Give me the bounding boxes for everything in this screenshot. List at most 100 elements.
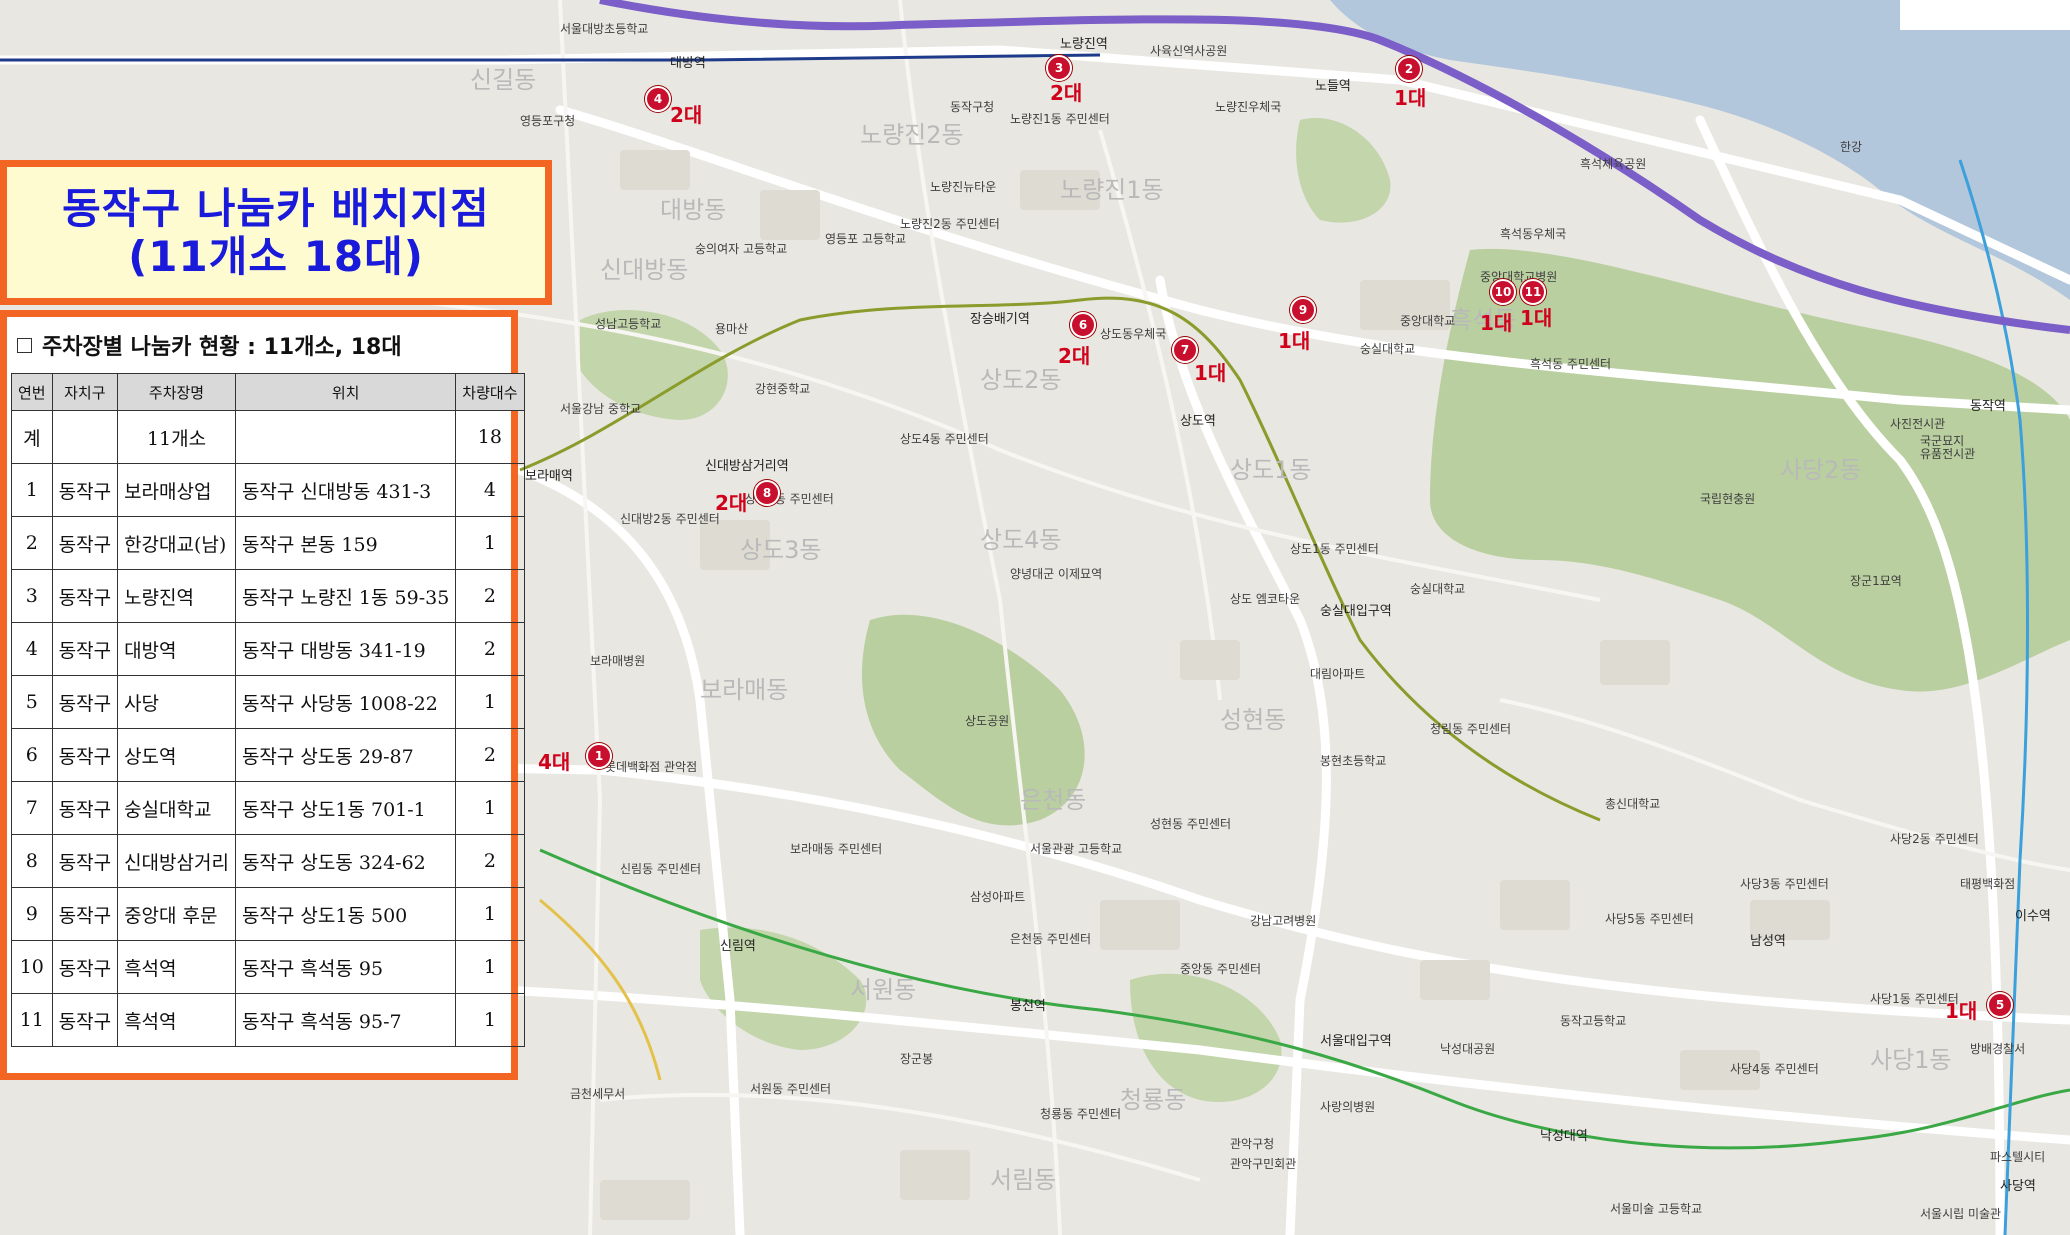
- header-count: 차량대수: [455, 373, 525, 411]
- place-label: 중앙대학교: [1400, 314, 1456, 328]
- place-label: 관악구민회관: [1230, 1157, 1297, 1171]
- cell-count: 1: [455, 675, 525, 729]
- station-label: 장승배기역: [970, 312, 1030, 327]
- place-label: 상도1동 주민센터: [1290, 542, 1379, 556]
- cell-location: 동작구 본동 159: [234, 516, 457, 570]
- place-label: 한강: [1840, 140, 1863, 154]
- place-label: 관악구청: [1230, 1137, 1275, 1151]
- marker-count-4: 2대: [670, 103, 703, 127]
- cell-count: 1: [455, 940, 525, 994]
- cell-location: 동작구 노량진 1동 59-35: [234, 569, 457, 623]
- place-label: 사육신역사공원: [1150, 44, 1228, 58]
- cell-district: 동작구: [51, 622, 119, 676]
- place-label: 노량진우체국: [1215, 100, 1282, 114]
- place-label: 국립현충원: [1700, 492, 1756, 506]
- place-label: 서울시립 미술관: [1920, 1207, 2002, 1221]
- cell-district: 동작구: [51, 887, 119, 941]
- station-label: 대방역: [670, 56, 706, 71]
- title-box: 동작구 나눔카 배치지점 (11개소 18대): [0, 160, 552, 305]
- parking-marker-6[interactable]: 6: [1070, 312, 1096, 338]
- place-label: 금천세무서: [570, 1087, 626, 1101]
- district-label: 노량진1동: [1060, 176, 1164, 204]
- cell-name: 노량진역: [117, 569, 236, 623]
- place-label: 사당2동 주민센터: [1890, 832, 1979, 846]
- marker-count-11: 1대: [1520, 306, 1553, 330]
- parking-marker-2[interactable]: 2: [1396, 56, 1422, 82]
- place-label: 서울강남 중학교: [560, 402, 642, 416]
- cell-district: 동작구: [51, 516, 119, 570]
- cell-name: 숭실대학교: [117, 781, 236, 835]
- place-label: 중앙대학교병원: [1480, 270, 1558, 284]
- marker-count-9: 1대: [1278, 329, 1311, 353]
- cell-no: 11: [11, 993, 53, 1047]
- total-location: [234, 410, 457, 464]
- place-label: 상도4동 주민센터: [900, 432, 989, 446]
- station-label: 이수역: [2015, 909, 2051, 924]
- marker-count-3: 2대: [1050, 81, 1083, 105]
- cell-no: 5: [11, 675, 53, 729]
- cell-name: 한강대교(남): [117, 516, 236, 570]
- place-label: 흑석동 주민센터: [1530, 357, 1612, 371]
- cell-location: 동작구 신대방동 431-3: [234, 463, 457, 517]
- station-label: 봉천역: [1010, 999, 1046, 1014]
- parking-marker-10[interactable]: 10: [1490, 279, 1516, 305]
- place-label: 숭실대학교: [1410, 582, 1466, 596]
- total-name: 11개소: [117, 410, 236, 464]
- table-row: 5 동작구 사당 동작구 사당동 1008-22 1: [11, 675, 525, 729]
- header-name: 주차장명: [117, 373, 236, 411]
- cell-name: 보라매상업: [117, 463, 236, 517]
- place-label: 중앙동 주민센터: [1180, 962, 1262, 976]
- district-label: 상도4동: [980, 526, 1062, 554]
- cell-district: 동작구: [51, 781, 119, 835]
- cell-name: 신대방삼거리: [117, 834, 236, 888]
- cell-district: 동작구: [51, 993, 119, 1047]
- cell-count: 1: [455, 887, 525, 941]
- district-label: 사당2동: [1780, 456, 1862, 484]
- place-label: 영등포구청: [520, 114, 576, 128]
- station-label: 서울대입구역: [1320, 1034, 1392, 1049]
- district-label: 신길동: [470, 66, 537, 94]
- station-label: 보라매역: [525, 469, 573, 484]
- place-label: 유품전시관: [1920, 447, 1976, 461]
- cell-name: 상도역: [117, 728, 236, 782]
- cell-no: 1: [11, 463, 53, 517]
- place-label: 신대방2동 주민센터: [620, 512, 720, 526]
- cell-district: 동작구: [51, 463, 119, 517]
- cell-name: 흑석역: [117, 993, 236, 1047]
- cell-district: 동작구: [51, 940, 119, 994]
- station-label: 상도역: [1180, 414, 1216, 429]
- parking-marker-1[interactable]: 1: [586, 743, 612, 769]
- place-label: 장군봉: [900, 1052, 934, 1066]
- title-line-2: (11개소 18대): [128, 231, 424, 281]
- district-label: 성현동: [1220, 706, 1287, 734]
- cell-no: 3: [11, 569, 53, 623]
- place-label: 보라매동 주민센터: [790, 842, 883, 856]
- place-label: 노량진1동 주민센터: [1010, 112, 1110, 126]
- place-label: 롯데백화점 관악점: [605, 760, 698, 774]
- table-row: 2 동작구 한강대교(남) 동작구 본동 159 1: [11, 516, 525, 570]
- parking-marker-5[interactable]: 5: [1987, 992, 2013, 1018]
- place-label: 사당5동 주민센터: [1605, 912, 1694, 926]
- parking-marker-9[interactable]: 9: [1290, 297, 1316, 323]
- table-header-row: 연번 자치구 주차장명 위치 차량대수: [11, 373, 525, 411]
- cell-no: 7: [11, 781, 53, 835]
- place-label: 상도동우체국: [1100, 327, 1167, 341]
- place-label: 노량진2동 주민센터: [900, 217, 1000, 231]
- header-location: 위치: [234, 373, 457, 411]
- total-label: 계: [11, 410, 53, 464]
- cell-count: 1: [455, 781, 525, 835]
- place-label: 강현중학교: [755, 382, 811, 396]
- marker-count-7: 1대: [1194, 361, 1227, 385]
- header-no: 연번: [11, 373, 53, 411]
- parking-marker-4[interactable]: 4: [645, 86, 671, 112]
- place-label: 서원동 주민센터: [750, 1082, 832, 1096]
- station-label: 노량진역: [1060, 37, 1108, 52]
- marker-count-5: 1대: [1945, 999, 1978, 1023]
- place-label: 총신대학교: [1605, 797, 1661, 811]
- place-label: 숭실대학교: [1360, 342, 1416, 356]
- table-row: 3 동작구 노량진역 동작구 노량진 1동 59-35 2: [11, 569, 525, 623]
- place-label: 방배경찰서: [1970, 1042, 2026, 1056]
- parking-marker-8[interactable]: 8: [754, 480, 780, 506]
- district-label: 서원동: [850, 976, 917, 1004]
- district-label: 신대방동: [600, 256, 689, 284]
